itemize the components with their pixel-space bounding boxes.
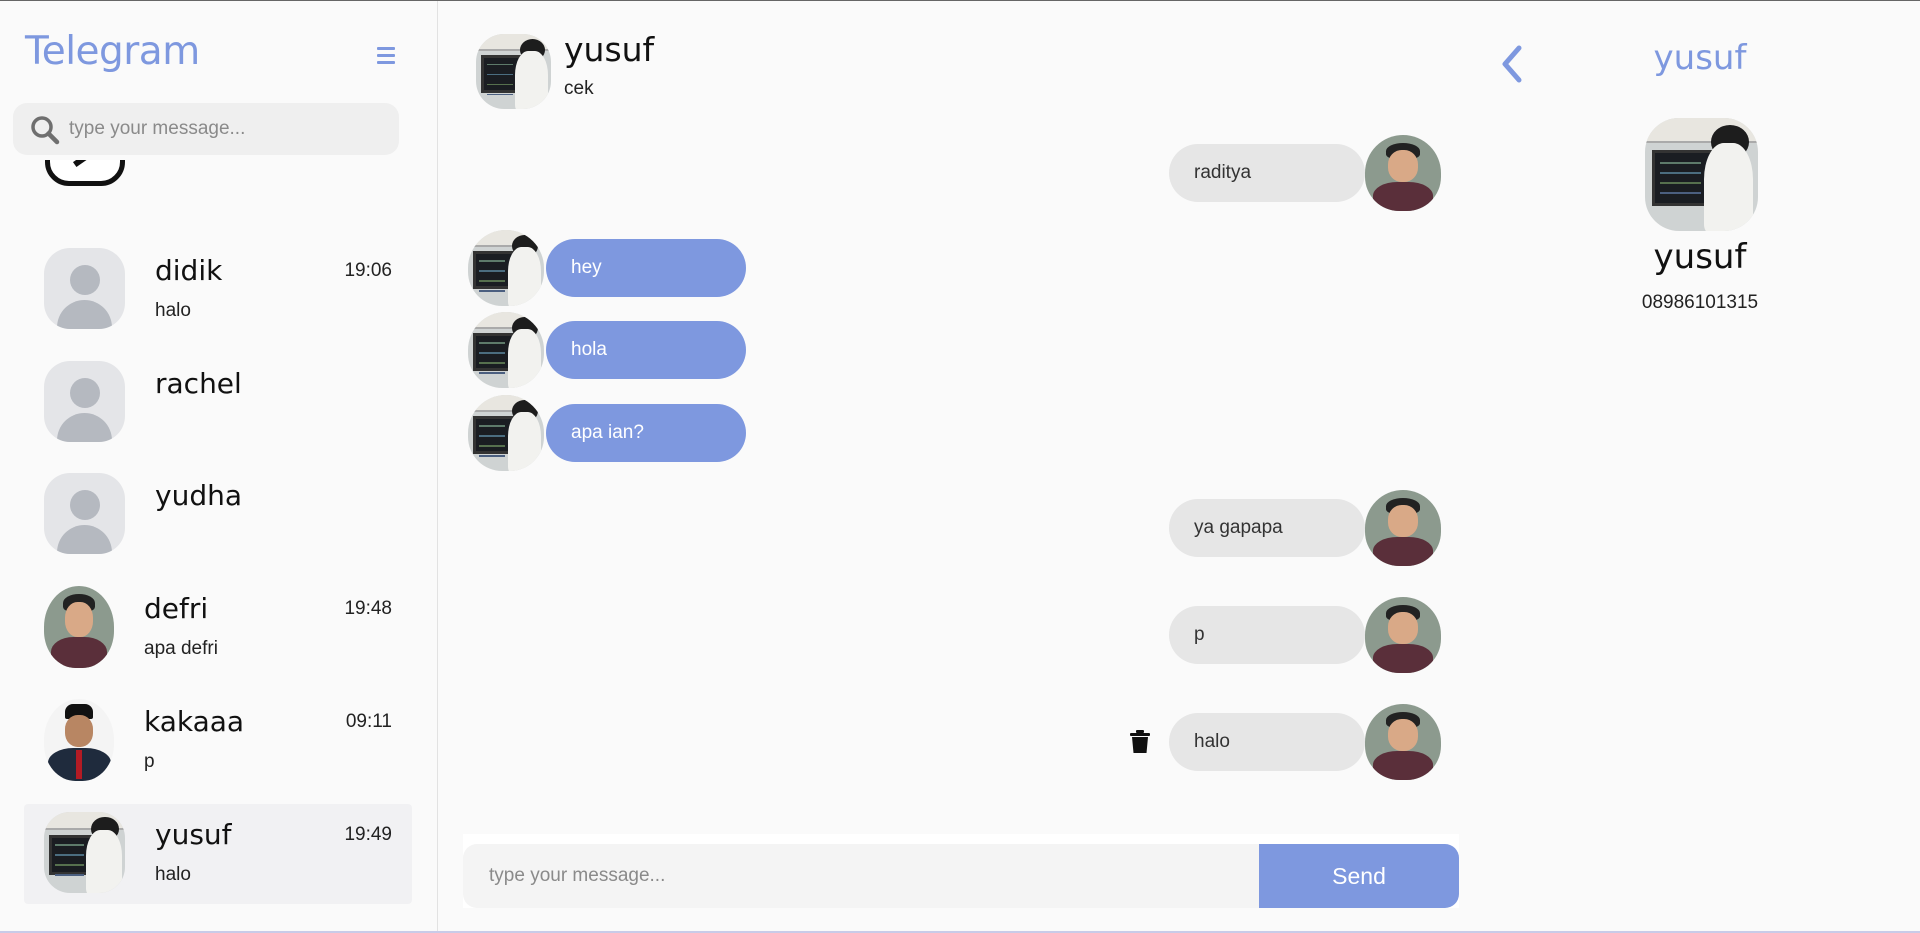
- contact-item-kakaaa[interactable]: kakaaa 09:11 p: [24, 691, 412, 791]
- chat-contact-name: yusuf: [564, 30, 655, 69]
- chat-header[interactable]: yusuf cek: [476, 30, 1436, 110]
- message-avatar: [1365, 490, 1441, 566]
- search-input[interactable]: [69, 112, 379, 146]
- message-bubble: apa ian?: [546, 404, 746, 462]
- message-avatar: [468, 230, 544, 306]
- contact-item-yusuf[interactable]: yusuf 19:49 halo: [24, 804, 412, 904]
- message-incoming: hola: [468, 312, 748, 388]
- search-bar: [13, 103, 399, 155]
- contact-name: rachel: [155, 367, 242, 400]
- message-outgoing: halo: [1169, 704, 1441, 780]
- contact-avatar-partial: [45, 160, 125, 186]
- contact-time: 19:48: [344, 598, 392, 619]
- contact-last-message: apa defri: [144, 638, 218, 659]
- profile-title: yusuf: [1653, 38, 1747, 78]
- contact-item-rachel[interactable]: rachel: [24, 353, 412, 453]
- message-composer: Send: [463, 834, 1459, 908]
- contact-last-message: halo: [155, 300, 191, 321]
- message-bubble: halo: [1169, 713, 1365, 771]
- avatar: [44, 248, 125, 329]
- message-incoming: apa ian?: [468, 395, 748, 471]
- message-avatar: [1365, 704, 1441, 780]
- contact-name: didik: [155, 254, 223, 287]
- menu-icon[interactable]: [377, 47, 399, 65]
- message-outgoing: ya gapapa: [1169, 490, 1441, 566]
- avatar: [44, 361, 125, 442]
- message-incoming: hey: [468, 230, 748, 306]
- app-title: Telegram: [25, 29, 200, 74]
- profile-avatar: [1645, 118, 1758, 231]
- chat-header-avatar[interactable]: [476, 34, 551, 109]
- contact-last-message: p: [144, 751, 155, 772]
- contact-time: 19:49: [344, 824, 392, 845]
- message-avatar: [1365, 597, 1441, 673]
- contact-name: yusuf: [155, 818, 232, 851]
- avatar: [44, 586, 114, 668]
- chat-contact-status: cek: [564, 78, 594, 99]
- contact-list: didik 19:06 halo rachel yudha defri 19:4…: [0, 160, 437, 910]
- profile-name: yusuf: [1653, 237, 1747, 277]
- message-bubble: p: [1169, 606, 1365, 664]
- contact-last-message: halo: [155, 864, 191, 885]
- message-input[interactable]: [463, 844, 1259, 908]
- send-button[interactable]: Send: [1259, 844, 1459, 908]
- contact-time: 19:06: [344, 260, 392, 281]
- message-outgoing: p: [1169, 597, 1441, 673]
- contact-item-defri[interactable]: defri 19:48 apa defri: [24, 578, 412, 678]
- contact-name: defri: [144, 592, 209, 625]
- contact-time: 09:11: [345, 711, 392, 732]
- contact-name: kakaaa: [144, 705, 245, 738]
- sidebar: Telegram didik 19:06 halo rachel: [0, 1, 438, 931]
- contact-name: yudha: [155, 479, 242, 512]
- avatar: [44, 812, 125, 893]
- avatar: [44, 473, 125, 554]
- message-bubble: hola: [546, 321, 746, 379]
- message-outgoing: raditya: [1169, 135, 1441, 211]
- contact-item-yudha[interactable]: yudha: [24, 465, 412, 565]
- message-avatar: [1365, 135, 1441, 211]
- search-icon: [31, 116, 60, 145]
- message-bubble: hey: [546, 239, 746, 297]
- message-avatar: [468, 312, 544, 388]
- contact-item-didik[interactable]: didik 19:06 halo: [24, 240, 412, 340]
- message-bubble: raditya: [1169, 144, 1365, 202]
- message-avatar: [468, 395, 544, 471]
- avatar: [44, 699, 114, 781]
- trash-icon[interactable]: [1129, 730, 1151, 754]
- back-chevron-icon[interactable]: [1497, 44, 1527, 84]
- profile-phone: 08986101315: [1641, 292, 1759, 313]
- message-bubble: ya gapapa: [1169, 499, 1365, 557]
